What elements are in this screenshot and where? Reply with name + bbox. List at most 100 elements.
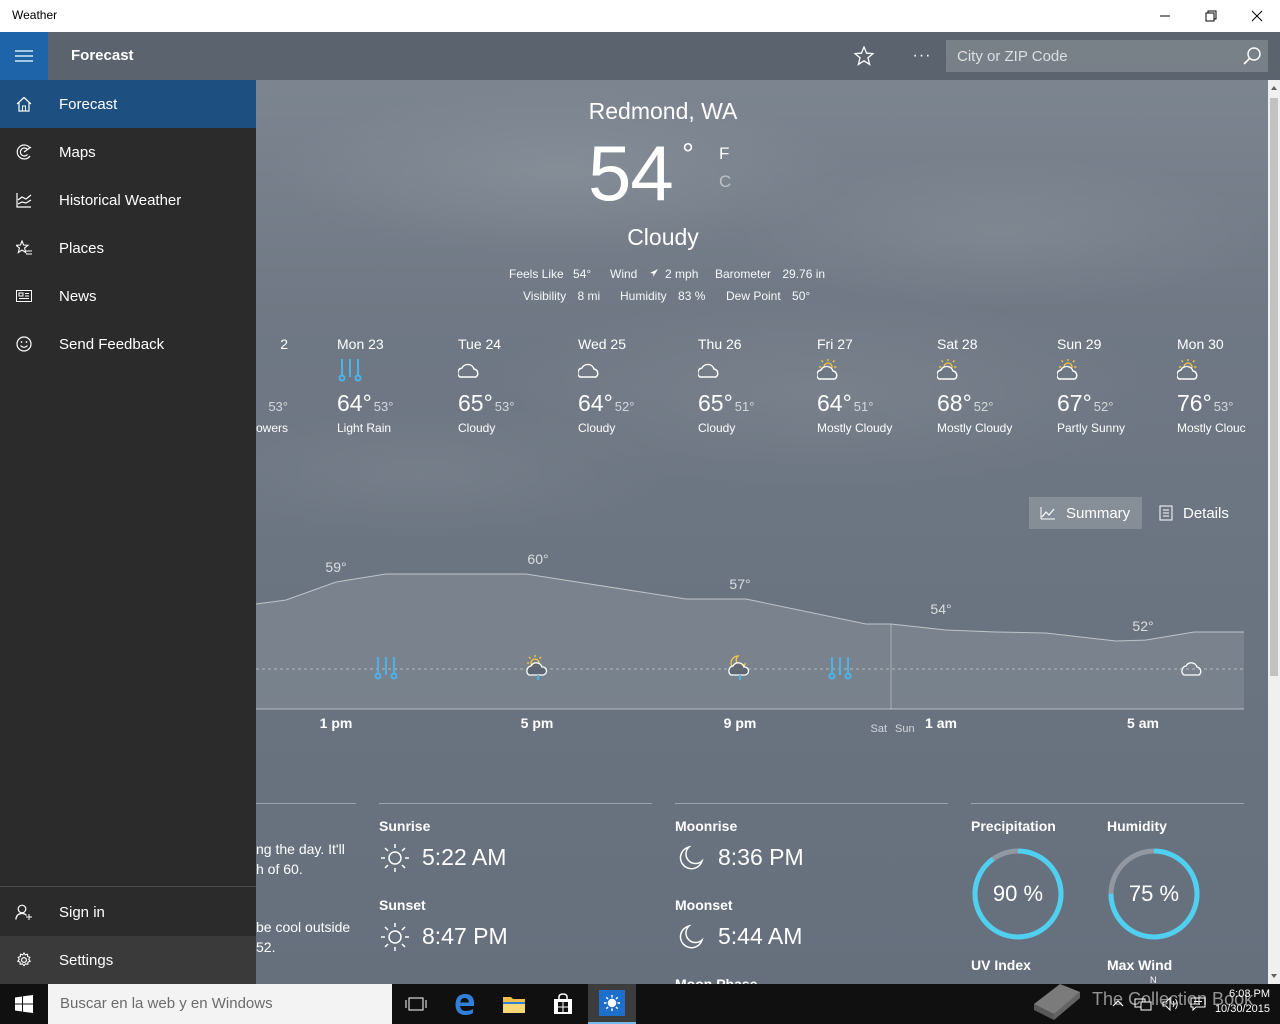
minimize-button[interactable] — [1142, 0, 1188, 32]
moonrise-icon — [679, 845, 704, 870]
edge-browser-button[interactable] — [441, 984, 489, 1024]
hour-label: 5 am — [1127, 715, 1159, 731]
taskbar: Buscar en la web y en Windows The Collec… — [0, 984, 1280, 1024]
sun-cloud-icon — [1176, 358, 1280, 384]
daily-forecast-item[interactable]: Wed 25 64° 52° Cloudy — [577, 336, 688, 435]
close-icon — [1251, 10, 1263, 22]
day-name: Thu 26 — [698, 336, 742, 352]
taskbar-clock[interactable]: 6:03 PM 10/30/2015 — [1206, 987, 1270, 1017]
nav-item-send-feedback[interactable]: Send Feedback — [0, 320, 256, 368]
precipitation-label: Precipitation — [971, 818, 1056, 834]
low-temp: 52° — [1093, 399, 1114, 414]
star-list-icon — [0, 224, 48, 272]
daily-forecast-item[interactable]: Fri 27 64° 51° Mostly Cloudy — [816, 336, 927, 435]
divider — [379, 803, 652, 804]
close-button[interactable] — [1234, 0, 1280, 32]
favorite-button[interactable] — [848, 40, 880, 72]
day-name: Sat 28 — [937, 336, 978, 352]
nav-item-places[interactable]: Places — [0, 224, 256, 272]
summary-toggle-button[interactable]: Summary — [1029, 497, 1142, 529]
home-icon — [0, 80, 48, 128]
restore-button[interactable] — [1188, 0, 1234, 32]
day-split-sun: Sun — [895, 723, 915, 735]
details-toggle-label: Details — [1183, 504, 1229, 522]
divider — [675, 803, 948, 804]
sun-cloud-icon — [936, 358, 1047, 384]
unit-celsius-toggle[interactable]: C — [719, 172, 731, 192]
action-center-icon[interactable] — [1190, 997, 1206, 1011]
hamburger-button[interactable] — [0, 32, 48, 80]
chart-icon — [0, 176, 48, 224]
day-summary-line: h of 60. — [256, 861, 303, 877]
start-button[interactable] — [0, 984, 48, 1024]
search-box — [946, 40, 1268, 72]
humidity-stat-label: Humidity — [1107, 818, 1167, 834]
daily-forecast-item[interactable]: Mon 30 76° 53° Mostly Clouc — [1176, 336, 1280, 435]
nav-item-label: Places — [59, 239, 105, 257]
nav-item-label: Sign in — [59, 903, 105, 921]
high-temp: 76° — [1177, 390, 1212, 416]
nav-item-forecast[interactable]: Forecast — [0, 80, 256, 128]
wind-direction-icon — [649, 269, 658, 277]
chevron-up-icon[interactable] — [1112, 998, 1124, 1010]
wind-value: 2 mph — [665, 267, 699, 281]
nav-item-sign-in[interactable]: Sign in — [0, 888, 256, 936]
conditions-row-1: Feels Like 54° — [509, 267, 593, 281]
weather-app-button[interactable] — [588, 984, 636, 1024]
search-button[interactable] — [1238, 42, 1266, 70]
high-temp: 64° — [578, 390, 613, 416]
cloud-icon — [697, 358, 808, 384]
day-condition: Light Rain — [337, 421, 392, 435]
precipitation-value: 90 % — [992, 881, 1044, 906]
nav-item-historical-weather[interactable]: Historical Weather — [0, 176, 256, 224]
search-icon — [1243, 47, 1261, 65]
cloud-icon — [577, 358, 688, 384]
day-condition: Mostly Cloudy — [937, 421, 1013, 435]
taskbar-search-box[interactable]: Buscar en la web y en Windows — [48, 984, 392, 1024]
scrollbar-thumb[interactable] — [1270, 98, 1278, 676]
low-temp: 51° — [853, 399, 874, 414]
unit-fahrenheit-toggle[interactable]: F — [719, 144, 729, 164]
sunrise-time: 5:22 AM — [422, 844, 507, 870]
hourly-temp-label: 59° — [325, 559, 346, 575]
volume-icon[interactable] — [1162, 997, 1180, 1011]
system-tray — [1112, 984, 1206, 1024]
nav-item-news[interactable]: News — [0, 272, 256, 320]
day-condition: Cloudy — [458, 421, 496, 435]
low-temp: 53° — [1213, 399, 1234, 414]
day-name: Mon 30 — [1177, 336, 1224, 352]
divider — [971, 803, 1244, 804]
smiley-icon — [0, 320, 48, 368]
daily-forecast-item[interactable]: Tue 24 65° 53° Cloudy — [457, 336, 568, 435]
task-view-button[interactable] — [392, 984, 440, 1024]
daily-forecast-item[interactable]: Thu 26 65° 51° Cloudy — [697, 336, 808, 435]
low-temp: 52° — [614, 399, 635, 414]
day-split-sat: Sat — [870, 723, 887, 735]
nav-item-settings[interactable]: Settings — [0, 936, 256, 984]
high-temp: 67° — [1057, 390, 1092, 416]
hour-label: 5 pm — [520, 715, 554, 731]
app-content: Forecast ··· Redmond, WA 54 ° F C Cloudy… — [0, 32, 1280, 984]
scroll-down-icon — [1271, 974, 1277, 978]
day-condition: Mostly Cloudy — [817, 421, 893, 435]
humidity-stat-value: 75 % — [1128, 881, 1180, 906]
vertical-scrollbar[interactable] — [1268, 80, 1280, 984]
hourly-temp-label: 54° — [930, 601, 951, 617]
daily-forecast-item[interactable]: Mon 23 64° 53° Light Rain — [337, 336, 447, 435]
file-explorer-button[interactable] — [490, 984, 538, 1024]
nav-item-maps[interactable]: Maps — [0, 128, 256, 176]
sunrise-icon — [381, 844, 409, 872]
daily-forecast-item[interactable]: Sat 28 68° 52° Mostly Cloudy — [936, 336, 1047, 435]
hourly-temp-label: 57° — [729, 576, 750, 592]
moonrise-label: Moonrise — [675, 818, 738, 834]
network-icon[interactable] — [1134, 997, 1152, 1011]
humidity-label: Humidity — [620, 289, 667, 303]
daily-forecast-item[interactable]: Sun 29 67° 52° Partly Sunny — [1056, 336, 1167, 435]
day-name: Wed 25 — [578, 336, 626, 352]
details-toggle-button[interactable]: Details — [1148, 497, 1242, 529]
more-button[interactable]: ··· — [906, 40, 938, 72]
hourly-temperature-chart: 59° 60° 57° 54° 52° Sat Sun — [256, 551, 1244, 735]
search-input[interactable] — [946, 40, 1236, 72]
edge-icon — [455, 994, 475, 1015]
store-button[interactable] — [539, 984, 587, 1024]
